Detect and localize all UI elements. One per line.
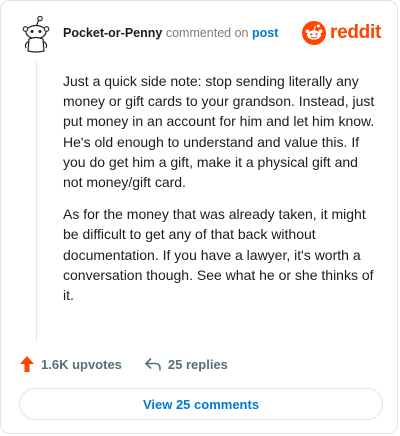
replies-button[interactable]: 25 replies (144, 356, 228, 372)
comment-paragraph: As for the money that was already taken,… (63, 206, 374, 304)
comment-paragraph: Just a quick side note: stop sending lit… (63, 73, 375, 191)
comment-actions: 1.6K upvotes 25 replies (19, 355, 250, 373)
post-link[interactable]: post (252, 26, 278, 40)
snoo-avatar-icon[interactable] (19, 15, 53, 55)
upvote-button[interactable]: 1.6K upvotes (19, 355, 122, 373)
reddit-wordmark: reddit (330, 22, 381, 43)
comment-card: Pocket-or-Penny commented on post reddit… (0, 0, 398, 434)
upvote-arrow-icon (20, 356, 34, 372)
username-link[interactable]: Pocket-or-Penny (63, 26, 162, 40)
view-comments-button[interactable]: View 25 comments (19, 388, 383, 420)
commented-on-text: commented on (165, 26, 249, 40)
reddit-brand[interactable]: reddit (302, 21, 381, 45)
comment-body: Just a quick side note: stop sending lit… (63, 71, 381, 317)
thread-line (36, 61, 37, 341)
reply-arrow-icon (145, 358, 161, 371)
replies-count: 25 replies (167, 356, 228, 372)
upvote-count: 1.6K upvotes (41, 356, 122, 372)
reddit-logo-icon (302, 21, 327, 45)
comment-header: Pocket-or-Penny commented on post (63, 25, 278, 41)
